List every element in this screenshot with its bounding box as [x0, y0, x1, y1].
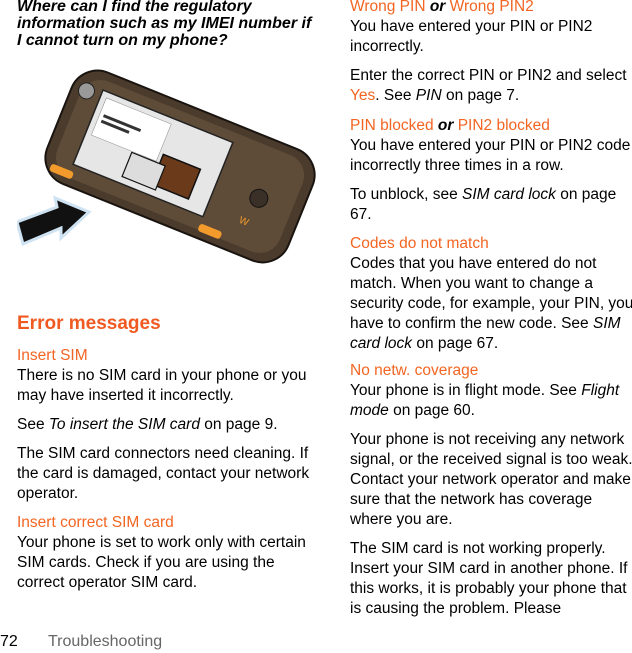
pin-blocked-title: PIN blocked or PIN2 blocked	[350, 117, 550, 134]
section-name: Troubleshooting	[48, 633, 163, 650]
insert-sim-p3: The SIM card connectors need cleaning. I…	[17, 445, 310, 502]
insert-correct-block: Insert correct SIM card Your phone is se…	[17, 513, 317, 593]
page-number: 72	[0, 633, 18, 650]
faq-question: Where can I find the regulatory informat…	[17, 0, 312, 49]
wrong-pin-block: Wrong PIN or Wrong PIN2 You have entered…	[350, 0, 632, 106]
insert-sim-title: Insert SIM	[17, 347, 88, 364]
wrong-pin-p1: You have entered your PIN or PIN2 incorr…	[350, 18, 593, 55]
no-netw-p1: Your phone is in flight mode. See Flight…	[350, 382, 620, 419]
no-netw-p2: Your phone is not receiving any network …	[350, 431, 632, 528]
no-netw-p3: The SIM card is not working properly. In…	[350, 540, 628, 617]
insert-sim-link: To insert the SIM card	[48, 416, 200, 433]
insert-sim-p2: See To insert the SIM card on page 9.	[17, 416, 278, 433]
pin-blocked-block: PIN blocked or PIN2 blocked You have ent…	[350, 116, 632, 225]
insert-sim-p1: There is no SIM card in your phone or yo…	[17, 367, 307, 404]
yes-label: Yes	[350, 87, 376, 104]
pin-blocked-p1: You have entered your PIN or PIN2 code i…	[350, 137, 631, 174]
wrong-pin-p2: Enter the correct PIN or PIN2 and select…	[350, 67, 627, 104]
insert-sim-block: Insert SIM There is no SIM card in your …	[17, 346, 317, 504]
codes-p1: Codes that you have entered do not match…	[350, 255, 632, 352]
insert-correct-p1: Your phone is set to work only with cert…	[17, 534, 306, 591]
codes-block: Codes do not match Codes that you have e…	[350, 234, 632, 354]
phone-battery-compartment-illustration: W	[17, 69, 316, 264]
pin-link: PIN	[415, 87, 442, 104]
no-netw-title: No netw. coverage	[350, 362, 479, 379]
section-title: Error messages	[17, 313, 161, 334]
insert-correct-title: Insert correct SIM card	[17, 514, 174, 531]
no-netw-block: No netw. coverage Your phone is in fligh…	[350, 361, 632, 619]
wrong-pin-title: Wrong PIN or Wrong PIN2	[350, 0, 534, 15]
codes-title: Codes do not match	[350, 235, 489, 252]
sim-lock-link: SIM card lock	[462, 186, 556, 203]
pin-blocked-p2: To unblock, see SIM card lock on page 67…	[350, 186, 617, 223]
